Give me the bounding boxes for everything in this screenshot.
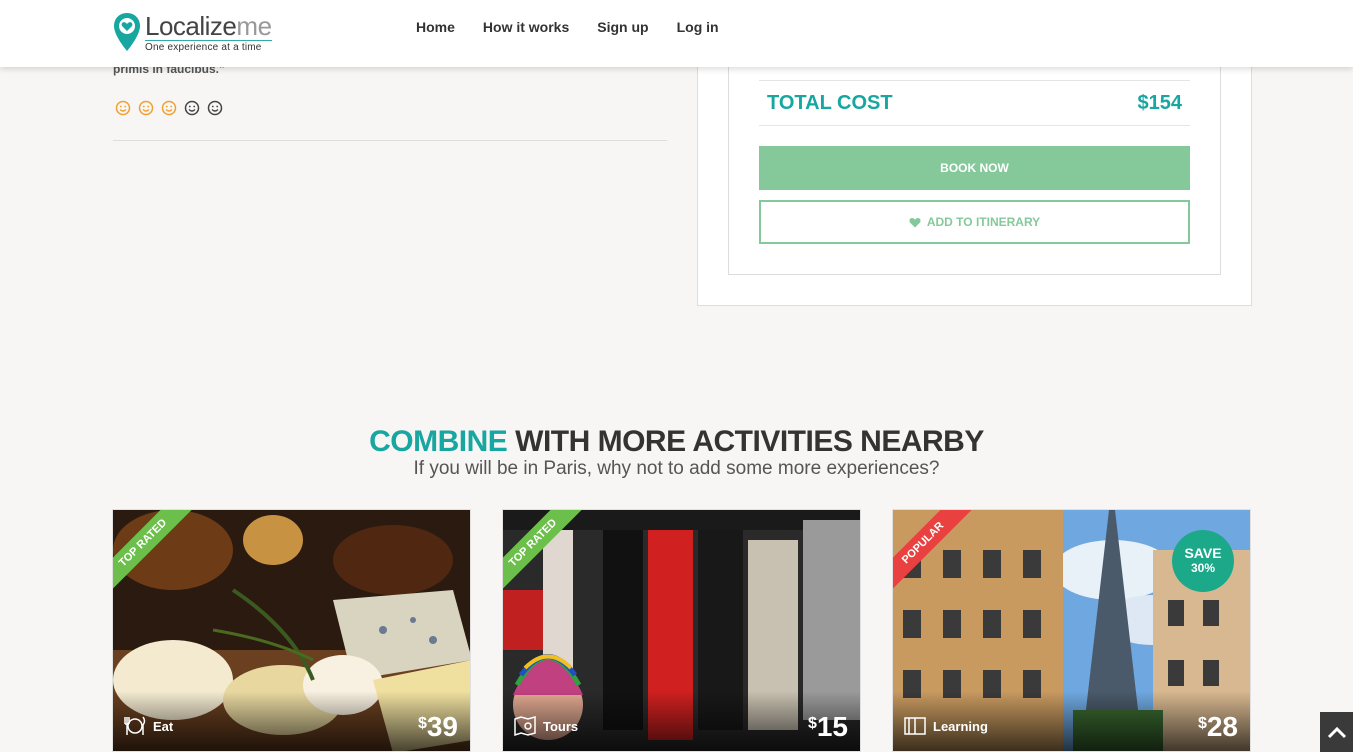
save-badge: SAVE 30% (1172, 530, 1234, 592)
activity-card-eat[interactable]: TOP RATED Eat $39 (112, 509, 471, 752)
card-category-label: Tours (543, 718, 579, 734)
card-category: Eat (123, 715, 173, 737)
activity-card-learning[interactable]: POPULAR SAVE 30% Learning $28 (892, 509, 1251, 752)
logo[interactable]: Localizeme One experience at a time (113, 12, 272, 53)
nav-how-it-works[interactable]: How it works (483, 19, 569, 35)
activity-card-tours[interactable]: TOP RATED Tours $15 (502, 509, 861, 752)
smiley-empty-icon (207, 100, 223, 116)
card-category: Tours (513, 715, 578, 737)
card-price: $28 (1197, 711, 1238, 742)
section-title: COMBINE WITH MORE ACTIVITIES NEARBY (369, 425, 984, 458)
main-nav: Home How it works Sign up Log in (416, 19, 719, 35)
map-pin-heart-icon (114, 13, 140, 51)
card-price: $15 (807, 711, 848, 742)
nav-log-in[interactable]: Log in (677, 19, 719, 35)
section-subtitle: If you will be in Paris, why not to add … (413, 458, 940, 479)
smiley-filled-icon (138, 100, 154, 116)
logo-tagline: One experience at a time (145, 40, 272, 53)
book-now-button[interactable]: BOOK NOW (759, 146, 1190, 190)
chevron-up-icon (1327, 726, 1346, 739)
book-icon (904, 717, 926, 735)
total-cost-row: TOTAL COST $154 (759, 80, 1190, 126)
smiley-empty-icon (184, 100, 200, 116)
heart-icon (909, 217, 921, 227)
card-category-label: Eat (153, 718, 174, 734)
scroll-to-top-button[interactable] (1320, 712, 1353, 752)
card-category: Learning (903, 715, 988, 737)
add-to-itinerary-button[interactable]: ADD TO ITINERARY (759, 200, 1190, 244)
site-header: Localizeme One experience at a time Home… (0, 0, 1353, 67)
cutlery-icon (124, 716, 146, 735)
add-to-itinerary-label: ADD TO ITINERARY (926, 215, 1041, 229)
total-cost-label: TOTAL COST (767, 91, 893, 114)
review-rating (115, 100, 223, 116)
divider (113, 140, 667, 141)
map-icon (514, 716, 536, 737)
card-category-label: Learning (933, 718, 988, 734)
nav-home[interactable]: Home (416, 19, 455, 35)
smiley-filled-icon (161, 100, 177, 116)
smiley-filled-icon (115, 100, 131, 116)
logo-wordmark: Localizeme (145, 11, 272, 41)
card-price: $39 (417, 711, 458, 742)
nav-sign-up[interactable]: Sign up (597, 19, 648, 35)
total-cost-value: $154 (1137, 91, 1183, 114)
